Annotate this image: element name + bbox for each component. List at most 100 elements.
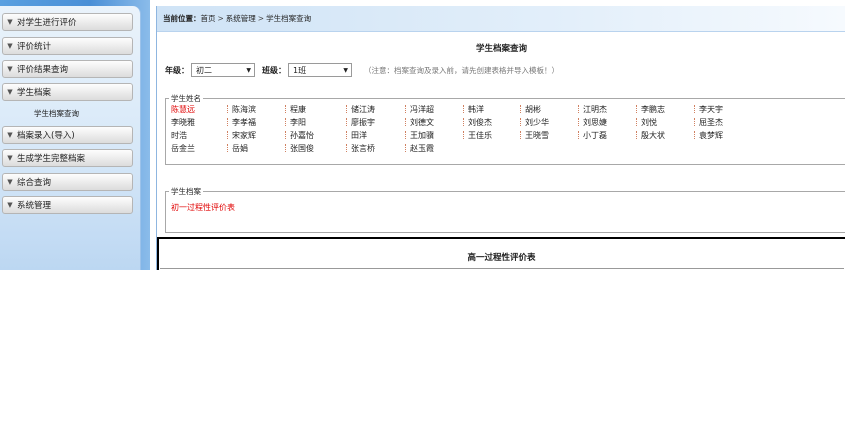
name-separator — [346, 105, 347, 113]
dropdown-arrow-icon: ▼ — [343, 67, 348, 74]
breadcrumb-section-link[interactable]: 系统管理 — [226, 13, 256, 24]
sidebar-item-record-import[interactable]: ▼ 档案录入(导入) — [2, 126, 133, 144]
sidebar-item-label: 学生档案 — [17, 88, 52, 98]
student-name-link[interactable]: 储江涛 — [346, 104, 375, 115]
student-name-link[interactable]: 刘思婕 — [578, 117, 607, 128]
student-name-link[interactable]: 胡彬 — [520, 104, 541, 115]
name-separator — [285, 118, 286, 126]
breadcrumb-home-link[interactable]: 首页 — [201, 13, 216, 24]
student-names-group: 学生姓名 — [165, 93, 845, 165]
breadcrumb-label: 当前位置： — [163, 14, 201, 23]
student-name-link[interactable]: 王佳乐 — [463, 130, 492, 141]
student-name-link[interactable]: 屈圣杰 — [694, 117, 723, 128]
name-separator — [694, 118, 695, 126]
student-name-link[interactable]: 王加骥 — [405, 130, 434, 141]
student-name-link[interactable]: 程康 — [285, 104, 306, 115]
name-separator — [285, 144, 286, 152]
student-name-link[interactable]: 韩洋 — [463, 104, 484, 115]
page-title: 学生档案查询 — [475, 44, 527, 54]
student-name-link[interactable]: 孙嘉怡 — [285, 130, 314, 141]
student-name-text: 小丁磊 — [583, 131, 607, 140]
student-name-text: 刘少华 — [525, 118, 549, 127]
chevron-down-icon: ▼ — [7, 65, 13, 73]
student-name-text: 宋家辉 — [232, 131, 256, 140]
student-name-link[interactable]: 王晓雪 — [520, 130, 549, 141]
sidebar-item-student-records[interactable]: ▼ 学生档案 — [2, 83, 133, 101]
student-name-link[interactable]: 李晓雅 — [171, 117, 195, 128]
name-separator — [636, 105, 637, 113]
student-name-text: 程康 — [290, 105, 306, 114]
student-name-text: 刘悦 — [641, 118, 657, 127]
dropdown-arrow-icon: ▼ — [246, 67, 251, 74]
student-name-link[interactable]: 江明杰 — [578, 104, 607, 115]
student-name-link[interactable]: 张言桥 — [346, 143, 375, 154]
breadcrumb-separator: > — [257, 14, 265, 23]
student-name-link[interactable]: 刘少华 — [520, 117, 549, 128]
student-name-text: 屈圣杰 — [699, 118, 723, 127]
sidebar-item-evaluation-stats[interactable]: ▼ 评价统计 — [2, 37, 133, 55]
student-name-link[interactable]: 宋家辉 — [227, 130, 256, 141]
student-name-link[interactable]: 李鹏志 — [636, 104, 665, 115]
student-name-text: 储江涛 — [351, 105, 375, 114]
class-select[interactable]: 1班 ▼ — [288, 63, 352, 77]
grade-select[interactable]: 初二 ▼ — [191, 63, 255, 77]
student-name-text: 张国俊 — [290, 144, 314, 153]
student-name-link[interactable]: 刘俊杰 — [463, 117, 492, 128]
student-name-link[interactable]: 李孝福 — [227, 117, 256, 128]
student-name-text: 廖振宇 — [351, 118, 375, 127]
student-name-link[interactable]: 殷大状 — [636, 130, 665, 141]
student-name-link[interactable]: 李阳 — [285, 117, 306, 128]
student-name-link[interactable]: 岳娟 — [227, 143, 248, 154]
chevron-down-icon: ▼ — [7, 178, 13, 186]
student-name-text: 刘思婕 — [583, 118, 607, 127]
record-link[interactable]: 初一过程性评价表 — [171, 202, 235, 213]
student-name-link[interactable]: 岳金兰 — [171, 143, 195, 154]
sidebar-item-comprehensive-query[interactable]: ▼ 综合查询 — [2, 173, 133, 191]
sidebar-subitem-record-query[interactable]: 学生档案查询 — [34, 108, 79, 119]
breadcrumb-current-page: 学生档案查询 — [266, 14, 312, 23]
chevron-down-icon: ▼ — [7, 88, 13, 96]
student-name-link[interactable]: 刘德文 — [405, 117, 434, 128]
student-name-link[interactable]: 小丁磊 — [578, 130, 607, 141]
student-name-link[interactable]: 陈海滨 — [227, 104, 256, 115]
sidebar-item-system-admin[interactable]: ▼ 系统管理 — [2, 196, 133, 214]
student-name-link[interactable]: 张国俊 — [285, 143, 314, 154]
student-name-text: 王佳乐 — [468, 131, 492, 140]
student-name-text: 袁梦辉 — [699, 131, 723, 140]
student-names-legend: 学生姓名 — [171, 94, 201, 103]
sidebar-item-result-query[interactable]: ▼ 评价结果查询 — [2, 60, 133, 78]
chevron-down-icon: ▼ — [7, 154, 13, 162]
name-separator — [227, 131, 228, 139]
student-name-text: 李孝福 — [232, 118, 256, 127]
student-name-link[interactable]: 刘悦 — [636, 117, 657, 128]
chevron-down-icon: ▼ — [7, 18, 13, 26]
name-separator — [694, 131, 695, 139]
student-name-link[interactable]: 陈慧远 — [171, 104, 195, 115]
student-name-link[interactable]: 廖振宇 — [346, 117, 375, 128]
student-name-text: 田洋 — [351, 131, 367, 140]
sidebar-item-generate-full-record[interactable]: ▼ 生成学生完整档案 — [2, 149, 133, 167]
student-name-text: 陈海滨 — [232, 105, 256, 114]
name-separator — [227, 118, 228, 126]
student-name-text: 李鹏志 — [641, 105, 665, 114]
sidebar-item-evaluate-students[interactable]: ▼ 对学生进行评价 — [2, 13, 133, 31]
name-separator — [346, 131, 347, 139]
student-name-link[interactable]: 袁梦辉 — [694, 130, 723, 141]
student-name-text: 李阳 — [290, 118, 306, 127]
student-name-text: 陈慧远 — [171, 105, 195, 114]
student-name-link[interactable]: 赵玉霞 — [405, 143, 434, 154]
name-separator — [578, 105, 579, 113]
student-name-link[interactable]: 田洋 — [346, 130, 367, 141]
name-separator — [694, 105, 695, 113]
name-separator — [463, 105, 464, 113]
sidebar-item-label: 综合查询 — [17, 178, 52, 188]
name-separator — [520, 131, 521, 139]
name-separator — [285, 105, 286, 113]
name-separator — [346, 144, 347, 152]
student-name-link[interactable]: 时浩 — [171, 130, 187, 141]
name-separator — [463, 118, 464, 126]
breadcrumb-separator: > — [217, 14, 224, 23]
student-name-link[interactable]: 李天宇 — [694, 104, 723, 115]
chevron-down-icon: ▼ — [7, 131, 13, 139]
student-name-link[interactable]: 冯洋超 — [405, 104, 434, 115]
